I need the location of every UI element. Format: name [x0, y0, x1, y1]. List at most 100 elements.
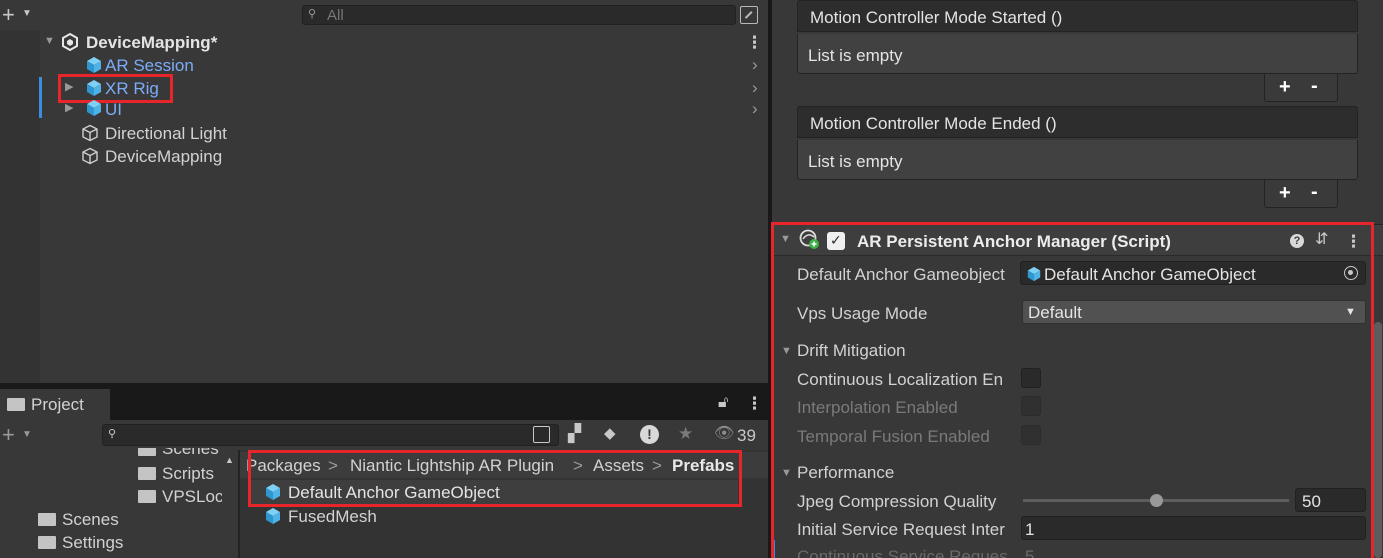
- prefab-cube-icon: [1027, 266, 1041, 282]
- scene-row[interactable]: ▼ DeviceMapping* ⋮: [0, 31, 768, 53]
- initial-service-request-input[interactable]: 1: [1021, 516, 1366, 540]
- initial-service-request-value: 1: [1025, 520, 1035, 539]
- chevron-down-icon: ▼: [1345, 306, 1356, 318]
- event-empty-label: List is empty: [808, 152, 903, 171]
- hierarchy-item-directional-light[interactable]: Directional Light: [0, 122, 768, 144]
- event-header: Motion Controller Mode Started (): [797, 0, 1358, 32]
- tree-item-clipped[interactable]: Scenes: [138, 448, 228, 458]
- temporal-fusion-checkbox: [1021, 425, 1041, 445]
- add-icon[interactable]: +: [2, 4, 15, 26]
- default-anchor-object-field[interactable]: Default Anchor GameObject: [1020, 261, 1366, 285]
- folder-icon: [38, 536, 56, 549]
- breadcrumb-item[interactable]: Niantic Lightship AR Plugin: [350, 457, 554, 474]
- more-options-icon[interactable]: ⋮: [1345, 233, 1362, 250]
- tree-scrollbar[interactable]: ▲: [222, 450, 238, 558]
- prefab-cube-icon: [87, 57, 101, 73]
- folder-icon: [38, 513, 56, 526]
- performance-section[interactable]: Performance: [797, 464, 894, 481]
- tree-item-scenes[interactable]: Scenes: [38, 509, 198, 529]
- expand-arrow-icon[interactable]: ▶: [65, 82, 73, 93]
- chevron-down-icon[interactable]: ▼: [22, 430, 32, 440]
- hierarchy-item-ar-session[interactable]: AR Session ›: [0, 54, 768, 76]
- component-enabled-checkbox[interactable]: ✓: [827, 232, 845, 250]
- file-item-fusedmesh[interactable]: FusedMesh: [262, 505, 732, 527]
- tree-item-label: Scripts: [162, 464, 214, 483]
- object-picker-icon[interactable]: [1344, 266, 1358, 280]
- visibility-eye-icon[interactable]: 👁︎: [714, 426, 734, 442]
- breadcrumb-item[interactable]: Packages: [246, 457, 321, 474]
- component-header[interactable]: ▼ ✓ AR Persistent Anchor Manager (Script…: [772, 224, 1383, 256]
- drift-mitigation-section[interactable]: Drift Mitigation: [797, 342, 906, 359]
- remove-listener-button[interactable]: -: [1311, 181, 1318, 204]
- breadcrumb-current: Prefabs: [672, 456, 735, 475]
- filter-type-icon[interactable]: ▞: [568, 425, 581, 442]
- search-placeholder: All: [327, 7, 344, 24]
- hierarchy-item-label: UI: [105, 100, 122, 119]
- file-item-default-anchor[interactable]: Default Anchor GameObject: [262, 481, 732, 503]
- jpeg-quality-slider-knob[interactable]: [1149, 494, 1163, 507]
- search-icon: ⚲: [108, 428, 117, 440]
- event-empty-label: List is empty: [808, 46, 903, 65]
- jpeg-quality-input[interactable]: 50: [1295, 488, 1366, 512]
- presets-icon[interactable]: ⇵: [1315, 232, 1328, 248]
- component-title: AR Persistent Anchor Manager (Script): [857, 232, 1171, 251]
- lock-icon[interactable]: 🔓︎: [718, 395, 728, 411]
- hierarchy-item-xr-rig[interactable]: ▶ XR Rig ›: [0, 77, 768, 99]
- tree-item-label: VPSLoc: [162, 487, 222, 506]
- prefab-cube-icon: [266, 508, 280, 524]
- project-search-input[interactable]: ⚲: [102, 424, 559, 446]
- breadcrumb-separator: >: [652, 456, 662, 475]
- hierarchy-item-devicemapping[interactable]: DeviceMapping: [0, 145, 768, 167]
- vps-usage-mode-label: Vps Usage Mode: [797, 304, 928, 323]
- file-label: FusedMesh: [288, 507, 377, 526]
- event-list: List is empty: [797, 140, 1358, 180]
- tab-project[interactable]: Project: [0, 389, 110, 420]
- favorite-star-icon[interactable]: ★: [678, 425, 693, 442]
- change-marker: [772, 540, 775, 558]
- prefab-cube-icon: [87, 100, 101, 116]
- chevron-right-icon[interactable]: ›: [752, 56, 758, 73]
- vps-usage-mode-dropdown[interactable]: Default ▼: [1022, 300, 1366, 324]
- label-tag-icon[interactable]: ◆: [604, 426, 616, 441]
- chevron-right-icon[interactable]: ›: [752, 79, 758, 96]
- script-icon: [799, 229, 819, 249]
- folder-icon: [138, 467, 156, 480]
- continuous-service-request-value: 5: [1025, 547, 1035, 558]
- more-options-icon[interactable]: ⋮: [746, 34, 763, 51]
- hierarchy-item-ui[interactable]: ▶ UI ›: [0, 98, 768, 122]
- gameobject-cube-icon: [82, 124, 98, 142]
- hidden-packages-count: 39: [737, 426, 756, 445]
- foldout-arrow-icon[interactable]: ▼: [781, 468, 792, 479]
- expand-arrow-icon[interactable]: ▶: [65, 103, 73, 114]
- vps-usage-mode-value: Default: [1028, 303, 1082, 322]
- continuous-localization-label: Continuous Localization En: [797, 371, 1004, 388]
- hierarchy-item-label: XR Rig: [105, 79, 159, 98]
- tree-item-scripts[interactable]: Scripts: [138, 463, 222, 483]
- warning-filter-icon[interactable]: !: [640, 425, 659, 444]
- breadcrumb: Packages > Niantic Lightship AR Plugin >…: [240, 452, 768, 478]
- hierarchy-search-input[interactable]: ⚲ All: [302, 5, 736, 25]
- add-listener-button[interactable]: +: [1279, 182, 1291, 205]
- remove-listener-button[interactable]: -: [1311, 75, 1318, 98]
- help-icon[interactable]: ?: [1290, 234, 1304, 248]
- breadcrumb-item[interactable]: Assets: [593, 457, 644, 474]
- inspector-scrollbar[interactable]: [1374, 322, 1382, 558]
- continuous-localization-checkbox[interactable]: [1021, 368, 1041, 388]
- add-listener-button[interactable]: +: [1279, 76, 1291, 99]
- foldout-arrow-icon[interactable]: ▼: [781, 346, 792, 357]
- tree-item-vpsloc[interactable]: VPSLoc: [138, 486, 222, 506]
- expand-arrow-icon[interactable]: ▼: [44, 36, 55, 47]
- event-title: Motion Controller Mode Started (): [810, 8, 1063, 27]
- foldout-arrow-icon[interactable]: ▼: [780, 234, 791, 245]
- more-options-icon[interactable]: ⋮: [746, 395, 763, 412]
- maximize-icon[interactable]: [740, 6, 758, 24]
- hierarchy-item-label: DeviceMapping: [105, 147, 223, 166]
- folder-icon: [7, 398, 25, 411]
- add-icon[interactable]: +: [2, 424, 15, 446]
- event-header: Motion Controller Mode Ended (): [797, 106, 1358, 138]
- chevron-right-icon[interactable]: ›: [752, 100, 758, 117]
- chevron-down-icon[interactable]: ▼: [22, 9, 32, 19]
- open-window-icon[interactable]: [533, 426, 550, 443]
- tree-item-settings[interactable]: Settings: [38, 532, 198, 552]
- continuous-service-request-label: Continuous Service Reques: [797, 547, 1008, 558]
